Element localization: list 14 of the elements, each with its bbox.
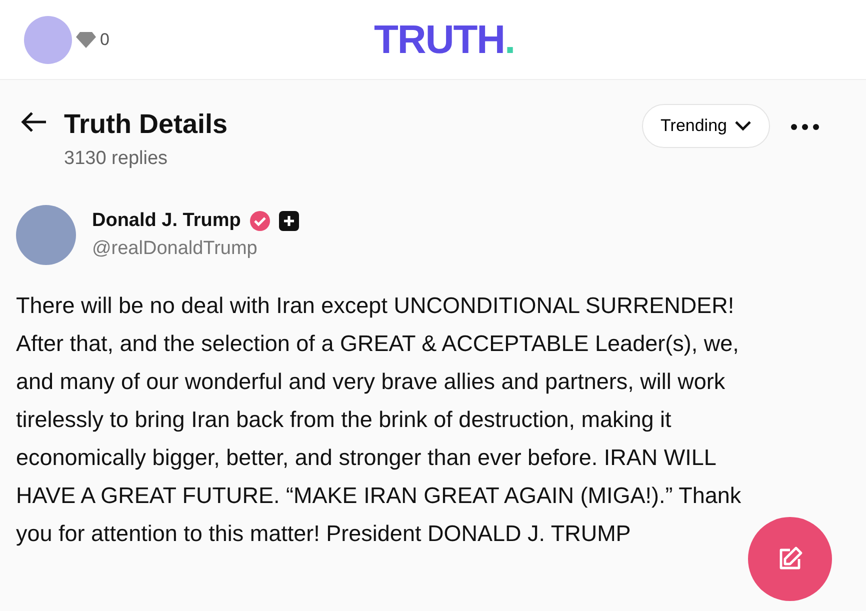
diamond-icon xyxy=(76,30,96,48)
page-title: Truth Details xyxy=(64,108,229,141)
author-handle: @realDonaldTrump xyxy=(92,237,258,261)
author-name[interactable]: Donald J. Trump xyxy=(92,206,241,235)
replies-count: 3130 replies xyxy=(64,146,169,170)
logo[interactable]: TRUTH. xyxy=(374,20,515,60)
points-count: 0 xyxy=(100,28,110,51)
more-icon[interactable] xyxy=(790,123,820,131)
avatar[interactable] xyxy=(24,16,72,64)
chevron-icon xyxy=(735,120,751,131)
plus-badge-icon xyxy=(278,210,299,231)
sort-dropdown[interactable]: Trending xyxy=(642,104,770,148)
post-text: There will be no deal with Iran except UNCONDITIONAL SURRENDER! After that, and the selection of a GREAT & ACCEPTABLE Leader(s), we, and many of our wonderful and very brave allies and partners, will work tirelessly to bring Iran back from the brink of destruction, making it economically bigger, better, and stronger than ever before. IRAN WILL HAVE A GREAT FUTURE. “MAKE IRAN GREAT AGAIN (MIGA!).” Thank you for attention to this matter! President DONALD J. TRUMP xyxy=(16,292,742,548)
back-arrow-icon[interactable] xyxy=(20,110,48,134)
